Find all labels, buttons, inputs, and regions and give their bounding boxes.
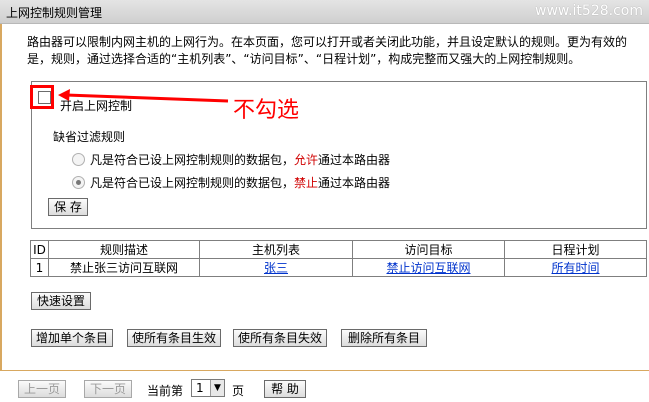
row-schedule-link[interactable]: 所有时间	[551, 261, 599, 275]
col-hosts-header: 主机列表	[199, 240, 353, 259]
page-select[interactable]: 1 ▼	[191, 379, 225, 397]
row-id: 1	[30, 258, 49, 277]
add-single-button[interactable]: 增加单个条目	[31, 329, 113, 347]
col-desc-header: 规则描述	[48, 240, 200, 259]
enable-all-button[interactable]: 使所有条目生效	[127, 329, 221, 347]
delete-all-button[interactable]: 删除所有条目	[341, 329, 427, 347]
col-id-header: ID	[30, 240, 49, 259]
page-select-value: 1	[196, 381, 204, 395]
col-schedule-header: 日程计划	[504, 240, 647, 259]
help-button[interactable]: 帮 助	[264, 380, 306, 398]
current-page-label: 当前第	[147, 384, 184, 398]
quick-setup-button[interactable]: 快速设置	[31, 292, 91, 310]
annotation-text: 不勾选	[233, 98, 300, 123]
page-unit-label: 页	[232, 384, 245, 398]
col-target-header: 访问目标	[352, 240, 505, 259]
chevron-down-icon: ▼	[210, 380, 224, 396]
next-page-button[interactable]: 下一页	[84, 380, 132, 398]
row-description: 禁止张三访问互联网	[48, 258, 200, 277]
bottom-divider	[0, 370, 649, 371]
rules-table: ID 规则描述 主机列表 访问目标 日程计划 1 禁止张三访问互联网 张三 禁止…	[30, 240, 647, 277]
row-hosts-link[interactable]: 张三	[264, 261, 288, 275]
table-row: 1 禁止张三访问互联网 张三 禁止访问互联网 所有时间	[30, 258, 647, 277]
prev-page-button[interactable]: 上一页	[18, 380, 66, 398]
disable-all-button[interactable]: 使所有条目失效	[233, 329, 327, 347]
table-header-row: ID 规则描述 主机列表 访问目标 日程计划	[30, 240, 647, 259]
row-target-link[interactable]: 禁止访问互联网	[386, 261, 470, 275]
